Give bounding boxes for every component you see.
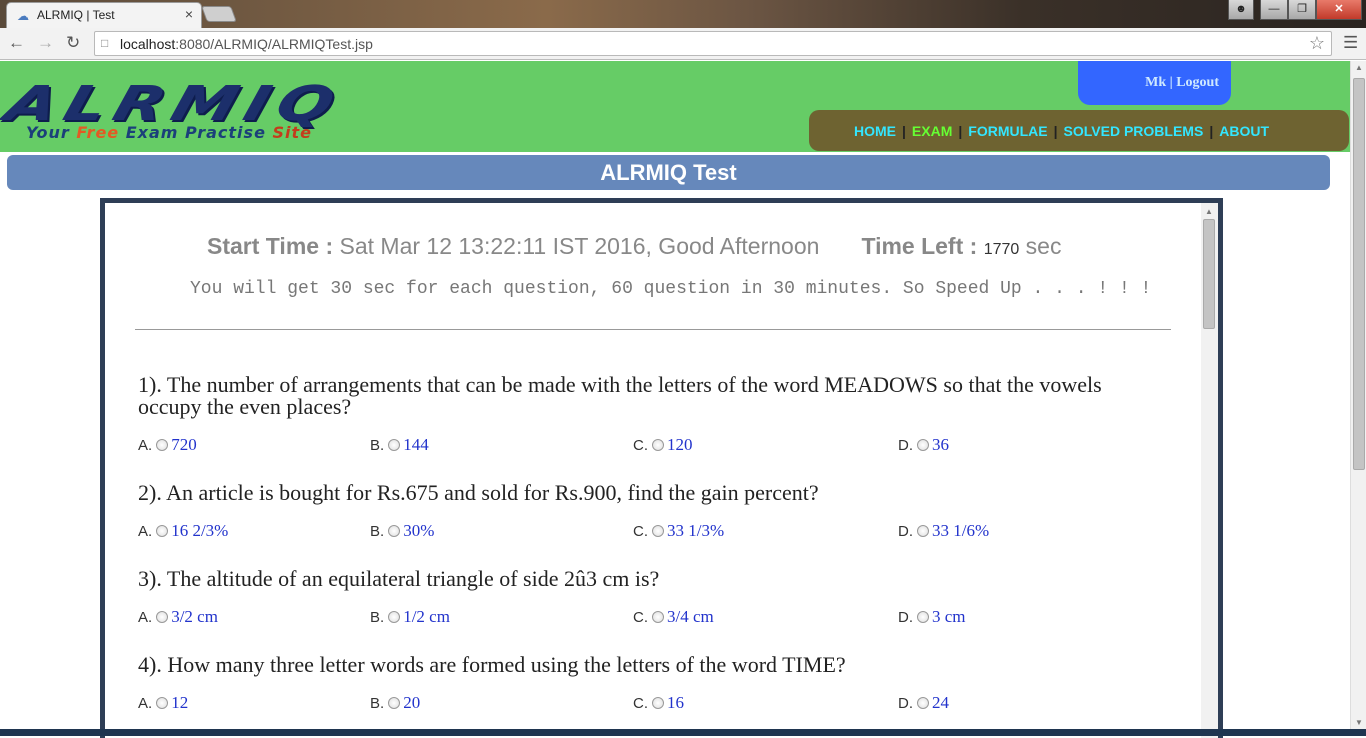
user-name-link[interactable]: Mk [1145, 75, 1166, 90]
radio-button[interactable] [388, 697, 401, 709]
url-text[interactable]: localhost:8080/ALRMIQ/ALRMIQTest.jsp [120, 36, 373, 52]
browser-toolbar: ← → ↻ □ localhost:8080/ALRMIQ/ALRMIQTest… [0, 28, 1366, 60]
option-a[interactable]: A. 720 [138, 435, 197, 455]
option-b[interactable]: B. 144 [370, 435, 429, 455]
radio-button[interactable] [917, 439, 929, 451]
close-window-button[interactable]: ✕ [1316, 0, 1362, 20]
speed-notice: You will get 30 sec for each question, 6… [190, 279, 1152, 299]
start-time: Sat Mar 12 13:22:11 IST 2016, Good After… [333, 233, 820, 259]
options-row: A. 16 2/3% B. 30% C. 33 1/3% D. 33 1/6% [138, 521, 1148, 541]
test-scrollbar[interactable]: ▲ [1201, 203, 1218, 738]
option-d[interactable]: D. 33 1/6% [898, 521, 989, 541]
option-d[interactable]: D. 3 cm [898, 607, 966, 627]
radio-button[interactable] [917, 697, 929, 709]
nav-formulae[interactable]: FORMULAE [968, 123, 1047, 139]
option-b[interactable]: B. 1/2 cm [370, 607, 450, 627]
forward-icon[interactable]: → [37, 33, 54, 53]
radio-button[interactable] [156, 439, 169, 451]
option-c[interactable]: C. 120 [633, 435, 693, 455]
browser-tab[interactable]: ☁ ALRMIQ | Test × [6, 2, 202, 28]
status-line: Start Time : Sat Mar 12 13:22:11 IST 201… [207, 233, 1062, 259]
maximize-button[interactable]: ❐ [1288, 0, 1316, 20]
nav-about[interactable]: ABOUT [1219, 123, 1269, 139]
option-c[interactable]: C. 33 1/3% [633, 521, 724, 541]
favicon-icon: ☁ [17, 9, 29, 23]
radio-button[interactable] [652, 439, 664, 451]
tab-title: ALRMIQ | Test [37, 8, 115, 22]
option-c[interactable]: C. 16 [633, 693, 684, 713]
radio-button[interactable] [917, 611, 929, 623]
option-a[interactable]: A. 12 [138, 693, 188, 713]
site-header: ALRMIQ Your Free Exam Practise Site Mk |… [0, 61, 1350, 152]
option-d[interactable]: D. 24 [898, 693, 949, 713]
page-title: ALRMIQ Test [7, 155, 1330, 190]
main-nav: HOME | EXAM | FORMULAE | SOLVED PROBLEMS | ABOUT [809, 110, 1349, 151]
reload-icon[interactable]: ↻ [66, 33, 80, 53]
new-tab-button[interactable] [201, 6, 237, 22]
back-icon[interactable]: ← [8, 33, 25, 53]
question-text: 4). How many three letter words are form… [138, 652, 846, 677]
option-c[interactable]: C. 3/4 cm [633, 607, 714, 627]
logout-link[interactable]: Logout [1176, 75, 1219, 90]
radio-button[interactable] [388, 525, 401, 537]
options-row: A. 12 B. 20 C. 16 D. 24 [138, 693, 1148, 713]
option-a[interactable]: A. 3/2 cm [138, 607, 218, 627]
option-b[interactable]: B. 30% [370, 521, 434, 541]
test-frame: Start Time : Sat Mar 12 13:22:11 IST 201… [100, 198, 1223, 738]
radio-button[interactable] [156, 611, 169, 623]
option-a[interactable]: A. 16 2/3% [138, 521, 228, 541]
page-scrollbar[interactable]: ▲ ▼ [1350, 61, 1366, 729]
profile-icon[interactable]: ☻ [1228, 0, 1254, 20]
logo-text: ALRMIQ [0, 76, 349, 132]
scrollbar-thumb[interactable] [1203, 219, 1215, 329]
close-tab-icon[interactable]: × [185, 6, 193, 22]
option-d[interactable]: D. 36 [898, 435, 949, 455]
question-text: 2). An article is bought for Rs.675 and … [138, 480, 819, 505]
logo-tagline: Your Free Exam Practise Site [26, 123, 312, 142]
radio-button[interactable] [388, 439, 401, 451]
radio-button[interactable] [652, 525, 664, 537]
scroll-down-icon[interactable]: ▼ [1355, 718, 1363, 727]
scroll-up-icon[interactable]: ▲ [1355, 63, 1363, 72]
page-icon: □ [101, 36, 109, 50]
options-row: A. 3/2 cm B. 1/2 cm C. 3/4 cm D. 3 cm [138, 607, 1148, 627]
divider [135, 329, 1171, 330]
minimize-button[interactable]: — [1260, 0, 1288, 20]
option-b[interactable]: B. 20 [370, 693, 420, 713]
user-box: Mk | Logout [1078, 61, 1231, 105]
radio-button[interactable] [388, 611, 401, 623]
radio-button[interactable] [156, 697, 169, 709]
menu-icon[interactable]: ☰ [1343, 33, 1358, 53]
scrollbar-thumb[interactable] [1353, 78, 1365, 470]
radio-button[interactable] [917, 525, 929, 537]
time-left-value: 1770 [983, 241, 1020, 258]
radio-button[interactable] [156, 525, 169, 537]
options-row: A. 720 B. 144 C. 120 D. 36 [138, 435, 1148, 455]
radio-button[interactable] [652, 697, 664, 709]
window-titlebar: ☁ ALRMIQ | Test × ☻ — ❐ ✕ [0, 0, 1366, 28]
radio-button[interactable] [652, 611, 664, 623]
nav-exam[interactable]: EXAM [912, 123, 952, 139]
bookmark-star-icon[interactable]: ☆ [1309, 33, 1325, 54]
nav-solved-problems[interactable]: SOLVED PROBLEMS [1064, 123, 1204, 139]
question-text: 1). The number of arrangements that can … [138, 372, 1102, 419]
question-text: 3). The altitude of an equilateral trian… [138, 566, 660, 591]
address-bar[interactable]: □ localhost:8080/ALRMIQ/ALRMIQTest.jsp ☆ [94, 31, 1332, 56]
os-taskbar [0, 729, 1366, 736]
nav-home[interactable]: HOME [854, 123, 896, 139]
site-logo[interactable]: ALRMIQ Your Free Exam Practise Site [0, 76, 524, 146]
scroll-up-icon[interactable]: ▲ [1205, 207, 1213, 216]
